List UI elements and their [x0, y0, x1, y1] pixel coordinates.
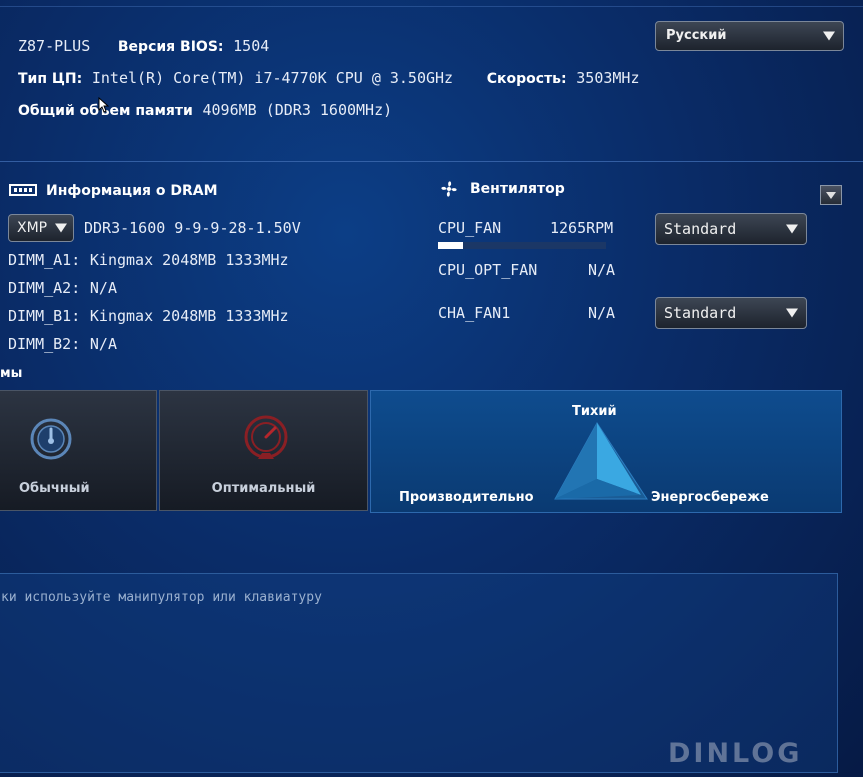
board-model: Z87-PLUS — [18, 37, 91, 55]
mode-optimal-label: Оптимальный — [211, 481, 316, 496]
cpu-type-label: Тип ЦП: — [18, 71, 83, 87]
profile-triangle-icon — [551, 421, 651, 507]
language-select-value: Русский — [666, 28, 727, 43]
cpu-opt-fan-speed: N/A — [588, 261, 616, 279]
chevron-down-icon — [786, 308, 798, 318]
bios-version-label: Версия BIOS: — [117, 39, 224, 55]
fan-title: Вентилятор — [470, 181, 565, 197]
mode-normal-label: Обычный — [19, 481, 90, 496]
watermark-text: DINLOG — [668, 738, 803, 769]
dimm-b1-label: DIMM_B1: — [8, 307, 81, 325]
cpu-fan-mode-select[interactable]: Standard — [655, 213, 807, 245]
chevron-down-icon — [823, 31, 835, 41]
cha-fan1-mode-select[interactable]: Standard — [655, 297, 807, 329]
cpu-fan-name: CPU_FAN — [438, 219, 502, 237]
gauge-icon — [242, 413, 290, 465]
mode-normal-button[interactable]: Обычный — [0, 390, 157, 511]
dimm-b2-label: DIMM_B2: — [8, 335, 81, 353]
mode-optimal-button[interactable]: Оптимальный — [159, 390, 368, 511]
performance-profile-panel[interactable]: Тихий Производительно Энергосбереже — [370, 390, 842, 513]
dimm-a2-label: DIMM_A2: — [8, 279, 81, 297]
dimm-b1-row: DIMM_B1: Kingmax 2048MB 1333MHz — [8, 306, 289, 325]
total-memory-value: 4096MB (DDR3 1600MHz) — [202, 101, 393, 119]
language-select[interactable]: Русский — [655, 21, 844, 51]
model-row: Z87-PLUS Версия BIOS: 1504 — [18, 36, 269, 55]
cpu-fan-speed-bar — [438, 242, 606, 249]
cpu-opt-fan-name: CPU_OPT_FAN — [438, 261, 538, 279]
xmp-profile-value: DDR3-1600 9-9-9-28-1.50V — [84, 219, 301, 237]
cha-fan1-name: CHA_FAN1 — [438, 304, 511, 322]
memory-icon — [9, 182, 37, 201]
bios-version-value: 1504 — [233, 37, 270, 55]
mode-performance-label[interactable]: Производительно — [399, 490, 534, 505]
memory-row: Общий объем памяти 4096MB (DDR3 1600MHz) — [18, 100, 392, 119]
chevron-down-icon — [826, 192, 836, 199]
xmp-select-value: XMP — [17, 220, 48, 236]
cpu-speed-value: 3503MHz — [576, 69, 640, 87]
dimm-a1-label: DIMM_A1: — [8, 251, 81, 269]
cpu-fan-mode-value: Standard — [664, 220, 737, 238]
dimm-a2-row: DIMM_A2: N/A — [8, 278, 117, 297]
cpu-fan-speed: 1265RPM — [550, 219, 614, 237]
system-modes-title: мы — [0, 366, 23, 381]
xmp-profile-select[interactable]: XMP — [8, 214, 74, 242]
chevron-down-icon — [55, 223, 67, 233]
mode-quiet-label[interactable]: Тихий — [572, 404, 617, 419]
cha-fan1-mode-value: Standard — [664, 304, 737, 322]
gauge-icon — [29, 417, 73, 465]
cpu-row: Тип ЦП: Intel(R) Core(TM) i7-4770K CPU @… — [18, 68, 640, 87]
collapse-panel-button[interactable] — [820, 185, 842, 205]
fan-section: Вентилятор CPU_FAN 1265RPM Standard CPU_… — [430, 170, 863, 340]
dimm-a1-value: Kingmax 2048MB 1333MHz — [89, 251, 289, 269]
dram-info-title: Информация о DRAM — [46, 183, 218, 199]
dimm-b2-value: N/A — [89, 335, 117, 353]
dimm-a2-value: N/A — [89, 279, 117, 297]
header-info: Z87-PLUS Версия BIOS: 1504 Тип ЦП: Intel… — [0, 0, 863, 162]
cpu-speed-label: Скорость: — [486, 71, 567, 87]
mouse-cursor-icon — [98, 96, 110, 117]
boot-hint-text: ки используйте манипулятор или клавиатур… — [1, 590, 322, 605]
dimm-b1-value: Kingmax 2048MB 1333MHz — [89, 307, 289, 325]
cha-fan1-speed: N/A — [588, 304, 616, 322]
dimm-a1-row: DIMM_A1: Kingmax 2048MB 1333MHz — [8, 250, 289, 269]
cpu-fan-speed-bar-fill — [438, 242, 464, 249]
watermark-logo: DINLOG — [668, 738, 802, 769]
dram-section: Информация о DRAM XMP DDR3-1600 9-9-9-28… — [0, 170, 420, 360]
cpu-type-value: Intel(R) Core(TM) i7-4770K CPU @ 3.50GHz — [91, 69, 454, 87]
mode-energy-saving-label[interactable]: Энергосбереже — [651, 490, 769, 505]
fan-icon — [438, 178, 460, 204]
dimm-b2-row: DIMM_B2: N/A — [8, 334, 117, 353]
chevron-down-icon — [786, 224, 798, 234]
